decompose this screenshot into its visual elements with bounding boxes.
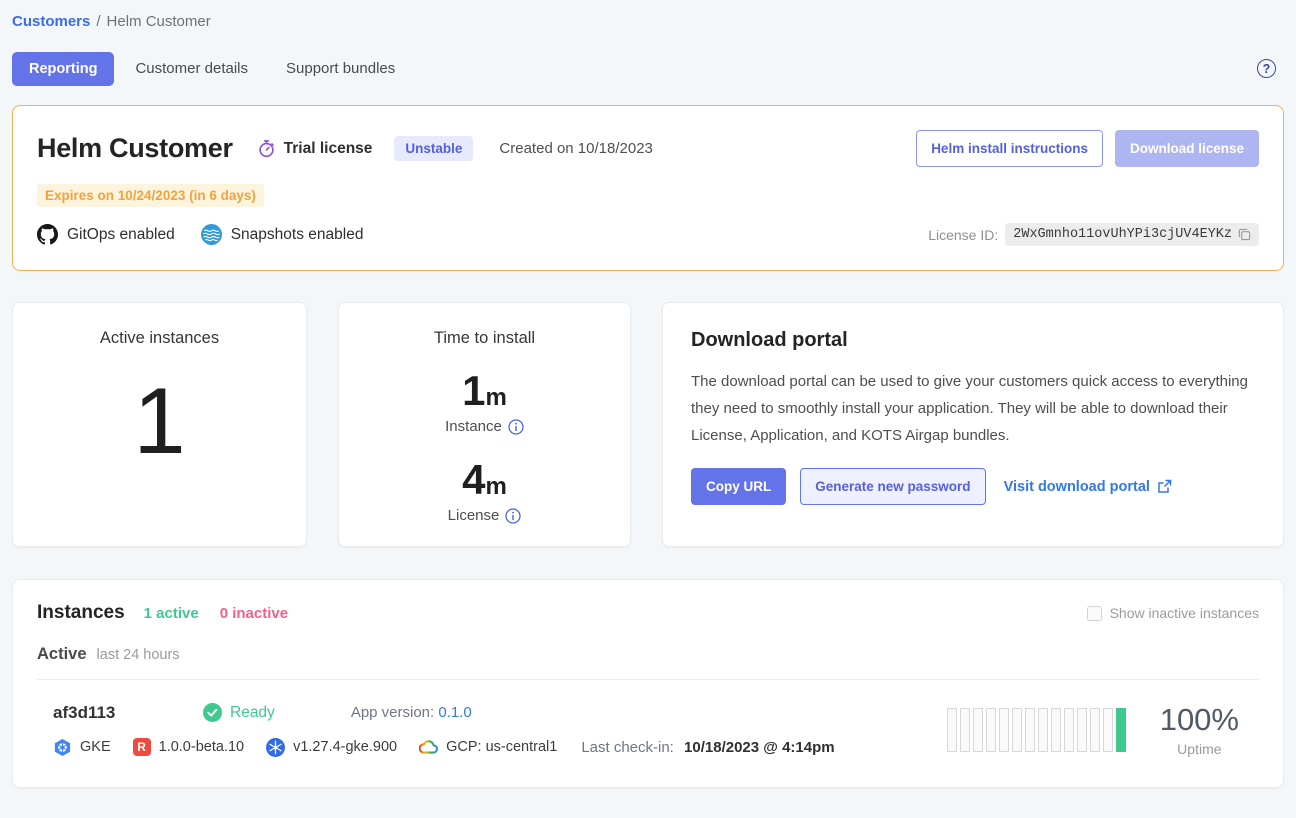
- uptime-bars: [947, 708, 1126, 752]
- instances-card: Instances 1 active 0 inactive Show inact…: [12, 579, 1284, 788]
- license-type: Trial license: [257, 139, 373, 158]
- instance-status: Ready: [203, 703, 275, 722]
- license-install-label: License: [339, 507, 630, 524]
- cloud-label: GCP: us-central1: [446, 739, 557, 755]
- active-instances-value: 1: [13, 374, 306, 468]
- uptime-value: 100%: [1160, 702, 1239, 738]
- uptime-bar: [1116, 708, 1126, 752]
- github-icon: [37, 224, 58, 245]
- channel-badge: Unstable: [394, 136, 473, 161]
- copy-url-button[interactable]: Copy URL: [691, 468, 786, 505]
- download-license-button[interactable]: Download license: [1115, 130, 1259, 167]
- snapshots-icon: [201, 224, 222, 245]
- time-to-install-title: Time to install: [339, 329, 630, 348]
- license-id-label: License ID:: [928, 227, 998, 243]
- instance-id[interactable]: af3d113: [53, 703, 203, 723]
- license-id-value[interactable]: 2WxGmnho11ovUhYPi3cjUV4EYKz: [1005, 223, 1259, 246]
- active-section-label: Active: [37, 645, 87, 664]
- app-version: App version: 0.1.0: [351, 704, 472, 721]
- tab-customer-details[interactable]: Customer details: [118, 51, 265, 86]
- uptime-bar: [947, 708, 957, 752]
- instance-install-label: Instance: [339, 418, 630, 435]
- tab-bar: Reporting Customer details Support bundl…: [12, 51, 1284, 86]
- inactive-count: 0 inactive: [220, 605, 288, 622]
- uptime-bar: [986, 708, 996, 752]
- instance-status-label: Ready: [230, 704, 275, 722]
- active-instances-title: Active instances: [13, 329, 306, 348]
- copy-icon[interactable]: [1238, 228, 1251, 241]
- gitops-label: GitOps enabled: [67, 226, 175, 244]
- download-portal-description: The download portal can be used to give …: [691, 368, 1255, 449]
- k8s-version-label: v1.27.4-gke.900: [293, 739, 397, 755]
- uptime-bar: [1103, 708, 1113, 752]
- instances-title: Instances: [37, 602, 125, 624]
- uptime-bar: [1012, 708, 1022, 752]
- uptime-bar: [1064, 708, 1074, 752]
- active-instances-card: Active instances 1: [12, 302, 307, 547]
- customer-summary-card: Helm Customer Trial license Unstable Cre…: [12, 105, 1284, 271]
- gke-icon: [53, 738, 72, 757]
- breadcrumb-separator: /: [96, 13, 100, 30]
- helm-install-instructions-button[interactable]: Helm install instructions: [916, 130, 1103, 167]
- show-inactive-label: Show inactive instances: [1110, 605, 1259, 621]
- uptime-bar: [1090, 708, 1100, 752]
- uptime-bar: [973, 708, 983, 752]
- k8s-version-meta: v1.27.4-gke.900: [266, 738, 397, 757]
- page: Customers / Helm Customer Reporting Cust…: [0, 0, 1296, 788]
- visit-download-portal-link[interactable]: Visit download portal: [1004, 479, 1172, 495]
- gitops-feature: GitOps enabled: [37, 224, 175, 245]
- show-inactive-toggle: Show inactive instances: [1087, 605, 1259, 621]
- tab-reporting[interactable]: Reporting: [12, 52, 114, 86]
- cloud-meta: GCP: us-central1: [419, 739, 557, 755]
- help-icon[interactable]: ?: [1257, 59, 1276, 78]
- download-portal-card: Download portal The download portal can …: [662, 302, 1284, 547]
- app-version-link[interactable]: 0.1.0: [438, 704, 471, 721]
- kubernetes-icon: [266, 738, 285, 757]
- stopwatch-icon: [257, 139, 276, 158]
- license-install-time: 4m: [339, 459, 630, 501]
- uptime-bar: [1025, 708, 1035, 752]
- snapshots-label: Snapshots enabled: [231, 226, 364, 244]
- created-date: Created on 10/18/2023: [499, 140, 652, 157]
- breadcrumb: Customers / Helm Customer: [12, 0, 1284, 30]
- download-portal-title: Download portal: [691, 329, 1255, 352]
- expiry-badge: Expires on 10/24/2023 (in 6 days): [37, 184, 264, 207]
- generate-new-password-button[interactable]: Generate new password: [800, 468, 985, 505]
- show-inactive-checkbox[interactable]: [1087, 606, 1102, 621]
- kots-version-meta: R 1.0.0-beta.10: [133, 738, 244, 756]
- time-to-install-card: Time to install 1m Instance 4m License: [338, 302, 631, 547]
- active-section-range: last 24 hours: [97, 647, 180, 663]
- last-checkin-value: 10/18/2023 @ 4:14pm: [684, 739, 835, 756]
- breadcrumb-current: Helm Customer: [107, 13, 211, 30]
- last-checkin: Last check-in: 10/18/2023 @ 4:14pm: [581, 739, 834, 756]
- active-count: 1 active: [144, 605, 199, 622]
- uptime-bar: [1051, 708, 1061, 752]
- instance-install-time: 1m: [339, 370, 630, 412]
- tab-support-bundles[interactable]: Support bundles: [269, 51, 412, 86]
- external-link-icon: [1157, 479, 1172, 494]
- license-type-label: Trial license: [284, 140, 373, 158]
- uptime-bar: [1077, 708, 1087, 752]
- uptime-bar: [960, 708, 970, 752]
- license-id-group: License ID: 2WxGmnho11ovUhYPi3cjUV4EYKz: [928, 223, 1259, 246]
- gcp-icon: [419, 740, 438, 754]
- info-icon[interactable]: [508, 419, 524, 435]
- uptime-bar: [999, 708, 1009, 752]
- snapshots-feature: Snapshots enabled: [201, 224, 364, 245]
- uptime-label: Uptime: [1160, 741, 1239, 757]
- replicated-icon: R: [133, 738, 151, 756]
- instance-row[interactable]: af3d113 Ready App version: 0.1.0: [37, 680, 1259, 773]
- breadcrumb-customers-link[interactable]: Customers: [12, 13, 90, 30]
- cluster-label: GKE: [80, 739, 111, 755]
- cluster-meta: GKE: [53, 738, 111, 757]
- check-circle-icon: [203, 703, 222, 722]
- customer-name: Helm Customer: [37, 133, 233, 164]
- uptime-bar: [1038, 708, 1048, 752]
- info-icon[interactable]: [505, 508, 521, 524]
- uptime-summary: 100% Uptime: [1160, 702, 1239, 757]
- kots-version-label: 1.0.0-beta.10: [159, 739, 244, 755]
